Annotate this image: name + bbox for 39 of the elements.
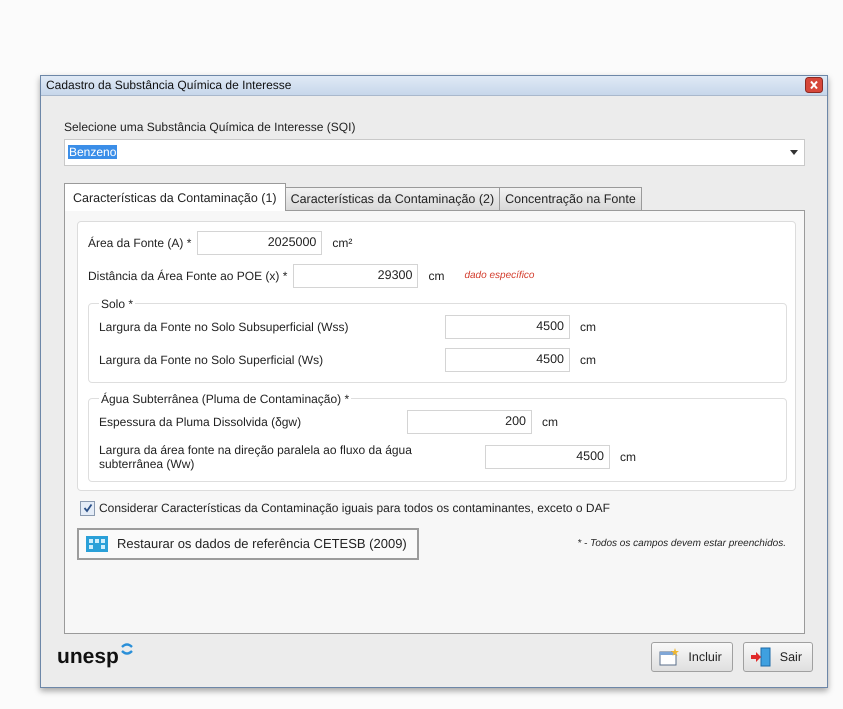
exit-button[interactable]: Sair [742,642,813,672]
dropdown-caret-icon [790,150,798,155]
tab[interactable]: Características da Contaminação (2) [284,186,500,210]
field-label: Área da Fonte (A) * [88,236,192,250]
unit-label: cm [542,414,558,429]
logo-icon [120,643,134,656]
field-label: Largura da Fonte no Solo Superficial (Ws) [99,352,324,367]
number-field[interactable]: 200 [407,410,532,434]
add-button[interactable]: Incluir [651,642,733,672]
number-field[interactable]: 29300 [293,264,418,288]
window-title: Cadastro da Substância Química de Interesse [46,78,292,92]
group-title: Água Subterrânea (Pluma de Contaminação) * [100,392,350,406]
number-field[interactable]: 2025000 [197,230,322,255]
required-note: * - Todos os campos devem estar preenchidos. [577,538,786,550]
unit-label: cm² [332,236,352,250]
number-field[interactable]: 4500 [445,348,570,372]
hint-text: dado específico [464,270,534,282]
unit-label: cm [428,268,444,283]
field-label: Selecione uma Substância Química de Interesse (SQI) [64,120,356,134]
field-label: Distância da Área Fonte ao POE (x) * [88,268,288,283]
checkbox-label: Considerar Características da Contaminação iguais para todos os contaminantes, exceto o DAF [99,501,610,516]
restore-button[interactable]: Restaurar os dados de referência CETESB (2009) [77,528,419,560]
field-label: Largura da área fonte na direção paralela ao fluxo da água subterrânea (Ww) [99,442,413,471]
field-label: Largura da Fonte no Solo Subsuperficial (Wss) [99,320,350,334]
checkbox[interactable] [80,500,95,516]
tab[interactable]: Características da Contaminação (1) [64,182,286,211]
group-title: Solo * [100,296,134,311]
unit-label: cm [580,320,596,334]
tab[interactable]: Concentração na Fonte [499,186,642,210]
window-add-icon [658,647,680,668]
number-field[interactable]: 4500 [485,444,610,469]
number-field[interactable]: 4500 [445,314,570,339]
door-exit-icon [750,647,772,668]
logo-text: unesp [57,645,119,670]
field-label: Espessura da Pluma Dissolvida (δgw) [99,414,302,429]
building-icon [85,534,109,554]
unit-label: cm [620,450,636,464]
close-icon[interactable] [805,77,823,94]
unit-label: cm [580,352,596,367]
